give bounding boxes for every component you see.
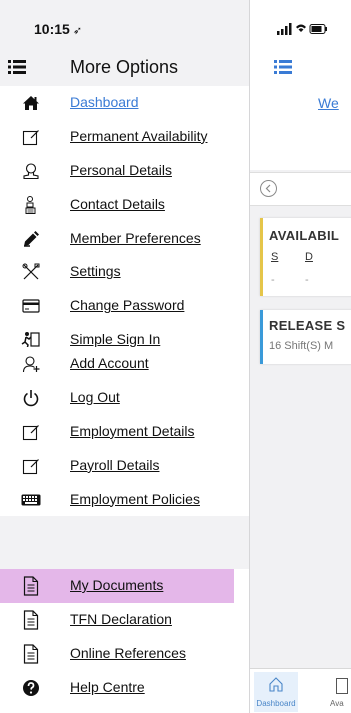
availability-card[interactable]: AVAILABIL SD -- — [260, 218, 351, 296]
menu-item-label: Employment Policies — [70, 490, 200, 507]
menu-item-settings[interactable]: Settings — [0, 255, 249, 289]
background-dashboard-screen: We AVAILABIL SD -- RELEASE S 16 Shift(S)… — [249, 0, 351, 713]
release-card-title: RELEASE S — [269, 318, 346, 333]
contact-icon — [21, 195, 41, 215]
menu-section-account: Dashboard Permanent Availability Personal … — [0, 86, 249, 358]
edit-icon — [21, 127, 41, 147]
availability-card-accent — [260, 218, 263, 296]
menu-item-employment-policies[interactable]: Employment Policies — [0, 483, 249, 517]
tab-availability[interactable]: Ava — [330, 672, 351, 712]
menu-item-label: Log Out — [70, 388, 120, 405]
menu-item-payroll-details[interactable]: Payroll Details — [0, 449, 249, 483]
availability-columns: SD — [271, 251, 339, 263]
menu-item-personal-details[interactable]: Personal Details — [0, 154, 249, 188]
menu-item-label: Change Password — [70, 297, 185, 314]
release-shifts-card[interactable]: RELEASE S 16 Shift(S) M — [260, 310, 351, 364]
previous-chevron-icon[interactable] — [260, 180, 277, 197]
home-outline-icon — [268, 676, 284, 697]
edit-icon — [21, 456, 41, 476]
menu-item-label: Permanent Availability — [70, 127, 208, 144]
availability-column-label: S — [271, 251, 279, 263]
release-card-subtitle: 16 Shift(S) M — [269, 340, 334, 352]
menu-item-change-password[interactable]: Change Password — [0, 289, 249, 323]
tools-icon — [21, 262, 41, 282]
menu-item-permanent-availability[interactable]: Permanent Availability — [0, 120, 249, 154]
menu-item-label: Contact Details — [70, 195, 165, 212]
menu-item-add-account[interactable]: Add Account — [0, 347, 249, 381]
keyboard-icon — [21, 490, 41, 510]
menu-item-label: Settings — [70, 263, 121, 280]
menu-header: More Options — [0, 50, 249, 86]
help-icon — [21, 678, 41, 698]
tab-dashboard-label: Dashboard — [256, 699, 296, 708]
tab-dashboard[interactable]: Dashboard — [254, 672, 298, 712]
menu-item-tfn-declaration[interactable]: TFN Declaration — [0, 603, 249, 637]
menu-item-label: Personal Details — [70, 161, 172, 178]
availability-card-title: AVAILABIL — [269, 228, 340, 243]
menu-item-label: Online References — [70, 644, 186, 661]
availability-column-label: D — [305, 251, 313, 263]
menu-item-label: My Documents — [70, 577, 164, 593]
tab-availability-label: Ava — [330, 699, 344, 708]
menu-item-label: Dashboard — [70, 94, 139, 110]
power-icon — [21, 388, 41, 408]
menu-item-label: Help Centre — [70, 678, 145, 695]
menu-item-label: Add Account — [70, 355, 149, 371]
availability-values: -- — [271, 274, 339, 286]
document-icon — [21, 610, 41, 630]
menu-section-employment: Add Account Log Out Employment Details Payr… — [0, 347, 249, 517]
location-arrow-icon: ➶ — [72, 25, 83, 37]
menu-item-my-documents[interactable]: My Documents — [0, 569, 234, 603]
calendar-icon — [336, 678, 348, 694]
document-icon — [21, 576, 41, 596]
menu-item-label: Member Preferences — [70, 229, 201, 246]
release-card-accent — [260, 310, 263, 364]
welcome-link[interactable]: We — [318, 95, 339, 111]
menu-item-dashboard[interactable]: Dashboard — [0, 86, 249, 120]
menu-list-icon[interactable] — [274, 59, 292, 80]
availability-value: - — [271, 274, 275, 286]
pencil-icon — [21, 229, 41, 249]
status-bar: 10:15 ➶ — [0, 0, 249, 50]
edit-icon — [21, 422, 41, 442]
menu-item-member-preferences[interactable]: Member Preferences — [0, 222, 249, 256]
menu-item-log-out[interactable]: Log Out — [0, 381, 249, 415]
menu-item-label: Simple Sign In — [70, 331, 161, 348]
status-time: 10:15 ➶ — [34, 21, 82, 37]
menu-item-label: Employment Details — [70, 422, 195, 439]
toolbar — [250, 50, 351, 86]
availability-value: - — [305, 274, 309, 286]
menu-item-employment-details[interactable]: Employment Details — [0, 415, 249, 449]
status-bar-right — [250, 0, 351, 50]
signal-wifi-battery-icon — [277, 23, 327, 35]
menu-item-label: TFN Declaration — [70, 610, 172, 627]
menu-item-label: Payroll Details — [70, 456, 160, 473]
add-user-icon — [21, 354, 41, 374]
home-icon — [21, 93, 41, 113]
person-icon — [21, 161, 41, 181]
document-icon — [21, 644, 41, 664]
menu-item-contact-details[interactable]: Contact Details — [0, 188, 249, 222]
menu-item-help-centre[interactable]: Help Centre — [0, 671, 249, 705]
menu-item-online-references[interactable]: Online References — [0, 637, 249, 671]
menu-section-documents: My Documents TFN Declaration Online Refere… — [0, 569, 249, 713]
menu-title: More Options — [70, 57, 179, 77]
side-menu-drawer: 10:15 ➶ More Options Dashboard Permanent A… — [0, 0, 249, 713]
menu-list-icon[interactable] — [8, 59, 26, 80]
time-text: 10:15 — [34, 21, 70, 37]
card-icon — [21, 296, 41, 316]
